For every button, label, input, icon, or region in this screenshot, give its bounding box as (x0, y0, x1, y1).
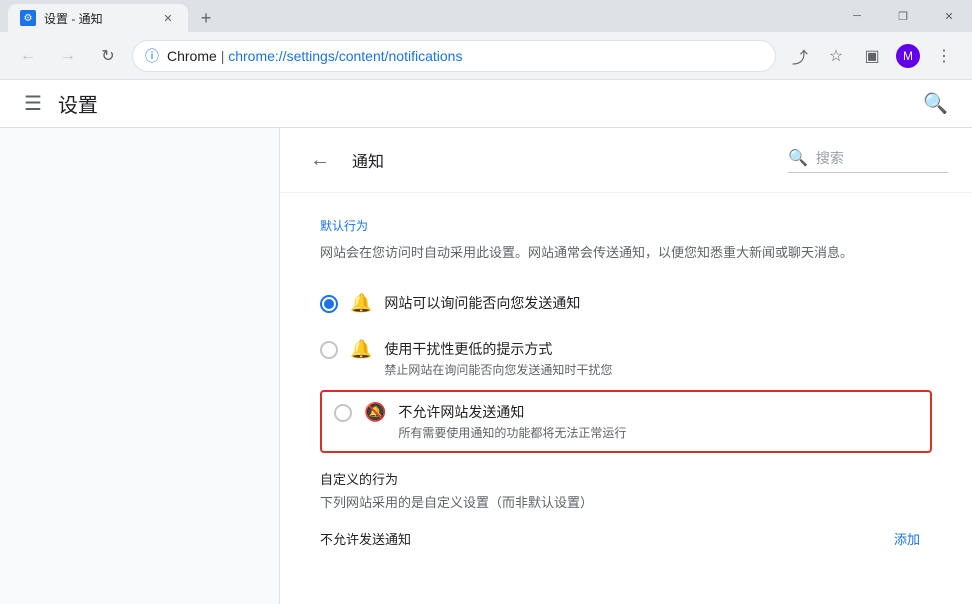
block-notifications-label: 不允许发送通知 (320, 529, 411, 548)
address-bar[interactable]: ⓘ Chrome | chrome://settings/content/not… (132, 40, 776, 72)
option-allow-text: 网站可以询问能否向您发送通知 (384, 293, 932, 315)
split-button[interactable]: ▣ (856, 40, 888, 72)
search-field-icon: 🔍 (788, 148, 808, 168)
titlebar: ⚙ 设置 - 通知 ✕ + ─ ❐ ✕ (0, 0, 972, 32)
bell-muted-icon: 🔕 (364, 402, 386, 423)
custom-behavior-desc: 下列网站采用的是自定义设置（而非默认设置） (320, 492, 932, 511)
option-quiet[interactable]: 🔔 使用干扰性更低的提示方式 禁止网站在询问能否向您发送通知时干扰您 (320, 327, 932, 390)
sidebar (0, 128, 280, 604)
option-block[interactable]: 🔕 不允许网站发送通知 所有需要使用通知的功能都将无法正常运行 (334, 402, 918, 441)
option-block-highlighted: 🔕 不允许网站发送通知 所有需要使用通知的功能都将无法正常运行 (320, 390, 932, 453)
content-area: ← 通知 🔍 搜索 默认行为 网站会在您访问时自动采用此设置。网站通常会传送通知… (280, 128, 972, 604)
back-to-content-button[interactable]: ← (304, 144, 336, 176)
custom-behavior-label: 自定义的行为 (320, 469, 932, 488)
default-behavior-label: 默认行为 (320, 217, 932, 234)
notifications-title: 通知 (352, 148, 384, 172)
tab-area: ⚙ 设置 - 通知 ✕ + (8, 4, 964, 32)
new-tab-button[interactable]: + (192, 4, 220, 32)
toolbar-actions: ⤴ ☆ ▣ M ⋮ (784, 40, 960, 72)
reload-button[interactable]: ↻ (92, 40, 124, 72)
default-behavior-desc: 网站会在您访问时自动采用此设置。网站通常会传送通知，以便您知悉重大新闻或聊天消息… (320, 242, 932, 261)
maximize-button[interactable]: ❐ (880, 0, 926, 32)
page-title: 设置 (58, 89, 98, 118)
search-field[interactable]: 🔍 搜索 (788, 148, 948, 173)
option-allow[interactable]: 🔔 网站可以询问能否向您发送通知 (320, 281, 932, 327)
tab-title: 设置 - 通知 (44, 10, 152, 27)
option-quiet-sub: 禁止网站在询问能否向您发送通知时干扰您 (384, 361, 932, 378)
bell-icon-allow: 🔔 (350, 293, 372, 314)
menu-button[interactable]: ⋮ (928, 40, 960, 72)
bookmark-button[interactable]: ☆ (820, 40, 852, 72)
option-allow-main: 网站可以询问能否向您发送通知 (384, 293, 932, 313)
option-block-text: 不允许网站发送通知 所有需要使用通知的功能都将无法正常运行 (398, 402, 918, 441)
forward-button[interactable]: → (52, 40, 84, 72)
tab-favicon: ⚙ (20, 10, 36, 26)
minimize-button[interactable]: ─ (834, 0, 880, 32)
address-text: Chrome | chrome://settings/content/notif… (167, 48, 763, 64)
option-block-sub: 所有需要使用通知的功能都将无法正常运行 (398, 424, 918, 441)
bell-icon-quiet: 🔔 (350, 339, 372, 360)
content-body: 默认行为 网站会在您访问时自动采用此设置。网站通常会传送通知，以便您知悉重大新闻… (280, 193, 972, 578)
option-quiet-text: 使用干扰性更低的提示方式 禁止网站在询问能否向您发送通知时干扰您 (384, 339, 932, 378)
option-quiet-main: 使用干扰性更低的提示方式 (384, 339, 932, 359)
add-button[interactable]: 添加 (882, 523, 932, 554)
share-button[interactable]: ⤴ (784, 40, 816, 72)
main-content: ← 通知 🔍 搜索 默认行为 网站会在您访问时自动采用此设置。网站通常会传送通知… (0, 128, 972, 604)
security-icon: ⓘ (145, 46, 159, 66)
browser-toolbar: ← → ↻ ⓘ Chrome | chrome://settings/conte… (0, 32, 972, 80)
profile-button[interactable]: M (892, 40, 924, 72)
option-block-main: 不允许网站发送通知 (398, 402, 918, 422)
close-button[interactable]: ✕ (926, 0, 972, 32)
notifications-header: ← 通知 🔍 搜索 (280, 128, 972, 193)
radio-quiet[interactable] (320, 341, 338, 359)
settings-header: ☰ 设置 🔍 (0, 80, 972, 128)
tab-close-button[interactable]: ✕ (160, 10, 176, 26)
search-input[interactable]: 搜索 (816, 148, 844, 168)
settings-page: ☰ 设置 🔍 ← 通知 🔍 搜索 默认行为 网站会在您访问时自动采用此设置。网站… (0, 80, 972, 604)
back-button[interactable]: ← (12, 40, 44, 72)
hamburger-menu[interactable]: ☰ (24, 91, 42, 116)
radio-block[interactable] (334, 404, 352, 422)
active-tab[interactable]: ⚙ 设置 - 通知 ✕ (8, 4, 188, 32)
header-search-icon[interactable]: 🔍 (923, 91, 948, 116)
block-notifications-row: 不允许发送通知 添加 (320, 523, 932, 554)
window-controls: ─ ❐ ✕ (834, 0, 972, 32)
radio-allow[interactable] (320, 295, 338, 313)
